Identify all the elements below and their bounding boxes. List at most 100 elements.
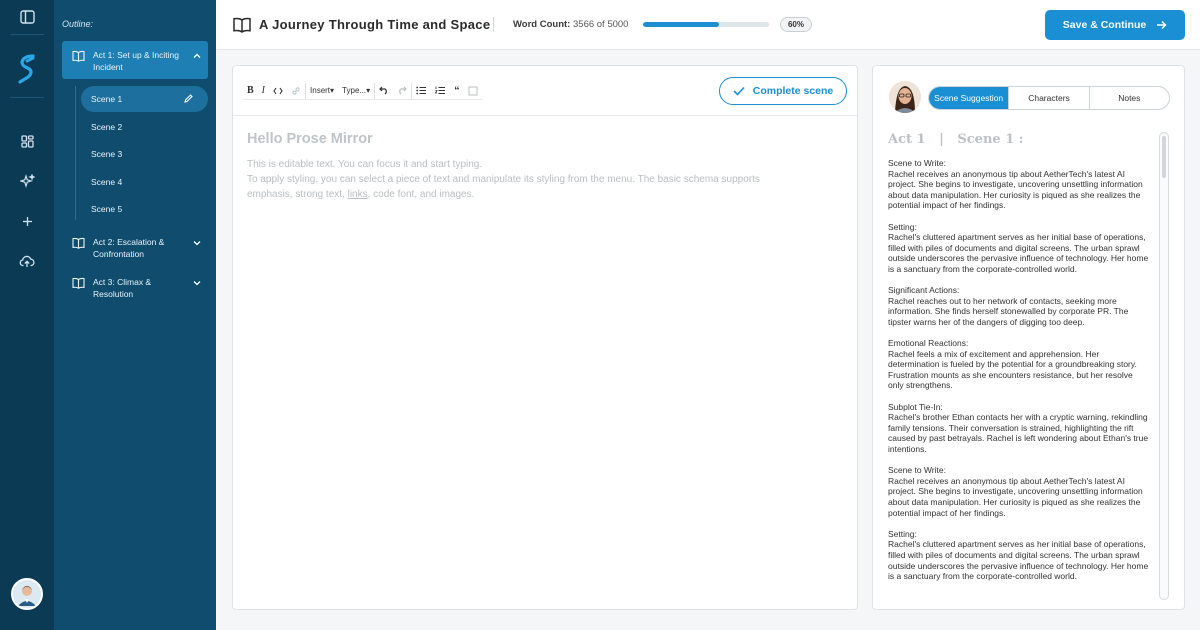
insert-dropdown[interactable]: Insert ▾ [306, 83, 338, 99]
word-count-progress [643, 22, 769, 27]
plus-icon[interactable] [0, 207, 54, 235]
cloud-upload-icon[interactable] [0, 247, 54, 275]
save-continue-label: Save & Continue [1062, 19, 1147, 31]
top-header: A Journey Through Time and Space Word Co… [216, 0, 1200, 50]
editor-toolbar: B I Insert ▾ Type... ▾ “ [243, 82, 482, 100]
complete-scene-button[interactable]: Complete scene [719, 77, 847, 105]
sidebar-toggle-icon[interactable] [0, 3, 54, 31]
outline-scene-2[interactable]: Scene 2 [81, 114, 208, 140]
tab-notes[interactable]: Notes [1090, 87, 1169, 109]
icon-rail [0, 0, 54, 630]
document-title: A Journey Through Time and Space [259, 17, 491, 32]
editor-text: To apply styling, you can select a piece… [247, 174, 760, 185]
outline-act-3[interactable]: Act 3: Climax & Resolution [62, 268, 208, 306]
suggestion-section: Scene to Write: Rachel receives an anonym… [888, 465, 1150, 518]
bold-button[interactable]: B [243, 83, 258, 99]
word-count-value: 3566 of 5000 [573, 19, 629, 30]
code-button[interactable] [269, 83, 287, 99]
outline-scene-3[interactable]: Scene 3 [81, 141, 208, 167]
scene-label: Scene 1 : [957, 132, 1024, 147]
heading-separator: | [939, 132, 944, 147]
ordered-list-button[interactable] [431, 83, 450, 99]
tab-scene-suggestion[interactable]: Scene Suggestion [929, 87, 1010, 109]
app-logo[interactable] [0, 52, 54, 88]
suggestion-section: Subplot Tie-In: Rachel's brother Ethan co… [888, 402, 1150, 455]
link-button[interactable] [287, 82, 307, 99]
type-dropdown[interactable]: Type... ▾ [338, 82, 376, 99]
dashboard-icon[interactable] [0, 127, 54, 155]
suggestion-section: Setting: Rachel's cluttered apartment ser… [888, 529, 1150, 582]
progress-fill [643, 22, 719, 27]
act-title: Act 2: Escalation & Confrontation [93, 237, 165, 259]
suggestion-section-heading: Scene to Write: [888, 158, 946, 168]
check-icon [733, 86, 745, 96]
suggestion-section: Setting: Rachel's cluttered apartment ser… [888, 222, 1150, 275]
tab-characters[interactable]: Characters [1009, 87, 1090, 109]
panel-tabs: Scene Suggestion Characters Notes [928, 86, 1170, 110]
editor-text: emphasis, strong text, [247, 189, 348, 200]
act-title: Act 1: Set up & Inciting Incident [93, 50, 179, 72]
suggestion-section-heading: Setting: [888, 221, 917, 232]
suggestion-scroll-area[interactable]: Scene to Write: Rachel receives an anonym… [888, 158, 1150, 600]
scene-label: Scene 5 [91, 204, 123, 214]
outline-sidebar: Outline: Act 1: Set up & Inciting Incide… [54, 0, 216, 630]
block-select-button[interactable] [464, 83, 482, 99]
panel-scrollbar[interactable] [1159, 132, 1169, 600]
act-scene-heading: Act 1 | Scene 1 : [888, 132, 1024, 147]
chevron-down-icon[interactable] [192, 278, 202, 288]
outline-scene-4[interactable]: Scene 4 [81, 169, 208, 195]
suggestion-section-heading: Significant Actions: [888, 285, 960, 296]
scene-label: Scene 4 [91, 177, 123, 187]
editor-paragraph[interactable]: This is editable text. You can focus it … [247, 157, 837, 172]
rail-divider [10, 34, 44, 35]
word-count-label: Word Count: [513, 19, 571, 30]
editor-divider [233, 115, 857, 116]
code-icon [273, 87, 283, 94]
suggestion-section-heading: Scene to Write: [888, 465, 946, 476]
save-continue-button[interactable]: Save & Continue [1045, 10, 1185, 40]
blockquote-button[interactable]: “ [450, 83, 464, 99]
link-icon [292, 86, 300, 95]
editor-link[interactable]: links [348, 189, 368, 200]
outline-label: Outline: [62, 19, 94, 29]
italic-button[interactable]: I [258, 83, 269, 99]
scene-label: Scene 1 [91, 94, 123, 104]
outline-act-2[interactable]: Act 2: Escalation & Confrontation [62, 228, 208, 266]
suggestion-section: Emotional Reactions: Rachel feels a mix o… [888, 338, 1150, 391]
bullet-list-button[interactable] [412, 83, 431, 99]
scene-tree-line [75, 86, 76, 220]
suggestion-section-body: Rachel feels a mix of excitement and app… [888, 348, 1137, 391]
complete-scene-label: Complete scene [752, 85, 834, 97]
outline-act-1[interactable]: Act 1: Set up & Inciting Incident [62, 41, 208, 79]
sparkles-icon[interactable] [0, 167, 54, 195]
chevron-down-icon[interactable] [192, 238, 202, 248]
outline-scene-1[interactable]: Scene 1 [81, 86, 208, 112]
suggestion-section: Significant Actions: Rachel reaches out t… [888, 285, 1150, 327]
suggestion-section-heading: Subplot Tie-In: [888, 401, 943, 412]
act-label: Act 1 [888, 132, 926, 147]
arrow-right-icon [1157, 21, 1167, 29]
outline-scene-5[interactable]: Scene 5 [81, 196, 208, 222]
suggestion-section-body: Rachel's cluttered apartment serves as h… [888, 539, 1149, 582]
header-divider [493, 17, 494, 32]
scrollbar-thumb[interactable] [1162, 136, 1166, 178]
editor-text: , code font, and images. [367, 189, 475, 200]
user-avatar[interactable] [11, 578, 43, 610]
scene-label: Scene 2 [91, 122, 123, 132]
editor-heading[interactable]: Hello Prose Mirror [247, 131, 373, 147]
suggestion-section-body: Rachel receives an anonymous tip about A… [888, 168, 1143, 211]
chevron-up-icon[interactable] [192, 51, 202, 61]
redo-button[interactable] [393, 82, 413, 99]
suggestion-section-body: Rachel's brother Ethan contacts her with… [888, 412, 1149, 455]
editor-paragraph[interactable]: To apply styling, you can select a piece… [247, 172, 837, 202]
pencil-icon[interactable] [183, 93, 194, 104]
suggestion-section: Scene to Write: Rachel receives an anonym… [888, 158, 1150, 211]
bullet-list-icon [416, 86, 427, 95]
act-title: Act 3: Climax & Resolution [93, 277, 152, 299]
prose-editor[interactable]: B I Insert ▾ Type... ▾ “ Complete scene He… [232, 65, 858, 610]
undo-icon [379, 86, 387, 95]
undo-button[interactable] [375, 83, 393, 99]
suggestion-section-body: Rachel receives an anonymous tip about A… [888, 475, 1143, 518]
book-icon [72, 237, 85, 249]
book-icon [72, 50, 85, 62]
